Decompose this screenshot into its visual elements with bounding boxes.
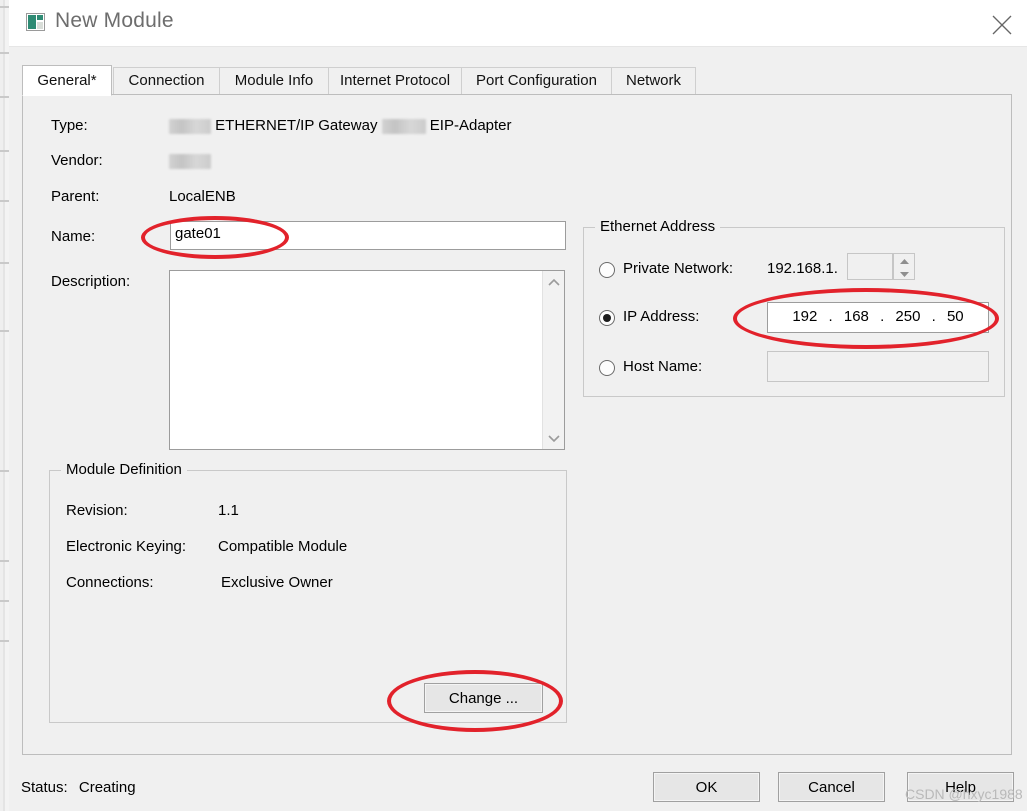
connections-value: Exclusive Owner xyxy=(221,574,333,591)
vendor-label: Vendor: xyxy=(51,152,103,169)
tab-module-info-label: Module Info xyxy=(235,72,313,89)
ok-button[interactable]: OK xyxy=(653,772,760,802)
change-button-label: Change ... xyxy=(449,691,518,706)
ip-sep-2: . xyxy=(873,308,891,325)
description-scrollbar[interactable] xyxy=(542,271,564,449)
revision-value: 1.1 xyxy=(218,502,239,519)
chevron-down-icon[interactable] xyxy=(894,267,914,279)
ip-sep-1: . xyxy=(822,308,840,325)
ip-sep-3: . xyxy=(925,308,943,325)
ethernet-address-title: Ethernet Address xyxy=(595,218,720,235)
status-label-text: Status: xyxy=(21,779,68,796)
scroll-up-icon[interactable] xyxy=(543,271,565,293)
parent-value: LocalENB xyxy=(169,188,236,205)
tab-strip: General* Connection Module Info Internet… xyxy=(22,65,1012,95)
scroll-down-icon[interactable] xyxy=(543,427,565,449)
type-redacted-vendor xyxy=(169,119,211,134)
tab-port-configuration-label: Port Configuration xyxy=(476,72,597,89)
type-value-suffix: EIP-Adapter xyxy=(430,117,512,134)
revision-label: Revision: xyxy=(66,502,128,519)
close-icon[interactable] xyxy=(977,0,1027,45)
tab-network[interactable]: Network xyxy=(611,67,696,95)
electronic-keying-value: Compatible Module xyxy=(218,538,347,555)
tab-internet-protocol-label: Internet Protocol xyxy=(340,72,450,89)
cancel-button-label: Cancel xyxy=(808,780,855,795)
tab-network-label: Network xyxy=(626,72,681,89)
vendor-value xyxy=(169,152,211,169)
tab-connection-label: Connection xyxy=(129,72,205,89)
module-icon xyxy=(26,13,45,31)
ip-octet-3: 250 xyxy=(895,308,920,325)
host-name-input[interactable] xyxy=(767,351,989,382)
parent-label: Parent: xyxy=(51,188,99,205)
name-input[interactable]: gate01 xyxy=(170,221,566,250)
help-button[interactable]: Help xyxy=(907,772,1014,802)
type-redacted-mid xyxy=(382,119,426,134)
chevron-up-icon[interactable] xyxy=(894,254,914,266)
type-value: ETHERNET/IP Gateway EIP-Adapter xyxy=(169,117,512,134)
private-network-label: Private Network: xyxy=(623,260,733,277)
electronic-keying-label: Electronic Keying: xyxy=(66,538,186,555)
vendor-redacted xyxy=(169,154,211,169)
tab-internet-protocol[interactable]: Internet Protocol xyxy=(328,67,462,95)
ok-button-label: OK xyxy=(696,780,718,795)
type-value-text: ETHERNET/IP Gateway xyxy=(215,117,377,134)
module-definition-title: Module Definition xyxy=(61,461,187,478)
tab-connection[interactable]: Connection xyxy=(113,67,220,95)
ip-address-input[interactable]: 192 . 168 . 250 . 50 xyxy=(767,302,989,333)
host-name-label: Host Name: xyxy=(623,358,702,375)
private-network-octet-input[interactable] xyxy=(847,253,893,280)
window-title: New Module xyxy=(55,9,174,33)
tab-port-configuration[interactable]: Port Configuration xyxy=(461,67,612,95)
connections-label: Connections: xyxy=(66,574,154,591)
tab-general-label: General* xyxy=(37,72,96,89)
name-label: Name: xyxy=(51,228,95,245)
ip-octet-1: 192 xyxy=(792,308,817,325)
ip-octet-2: 168 xyxy=(844,308,869,325)
tab-module-info[interactable]: Module Info xyxy=(219,67,329,95)
new-module-dialog: New Module General* Connection Module In… xyxy=(9,0,1027,811)
radio-host-name[interactable] xyxy=(599,360,615,376)
status-value: Creating xyxy=(79,779,136,796)
description-input[interactable] xyxy=(169,270,565,450)
ip-octet-4: 50 xyxy=(947,308,964,325)
type-label: Type: xyxy=(51,117,88,134)
private-network-prefix: 192.168.1. xyxy=(767,260,838,277)
title-bar: New Module xyxy=(9,0,1027,47)
cancel-button[interactable]: Cancel xyxy=(778,772,885,802)
tab-general[interactable]: General* xyxy=(22,65,112,96)
help-button-label: Help xyxy=(945,780,976,795)
radio-private-network[interactable] xyxy=(599,262,615,278)
ip-address-label: IP Address: xyxy=(623,308,699,325)
change-button[interactable]: Change ... xyxy=(424,683,543,713)
status-text: Status: Creating xyxy=(21,779,136,796)
radio-ip-address[interactable] xyxy=(599,310,615,326)
private-network-spinner[interactable] xyxy=(893,253,915,280)
description-label: Description: xyxy=(51,273,130,290)
